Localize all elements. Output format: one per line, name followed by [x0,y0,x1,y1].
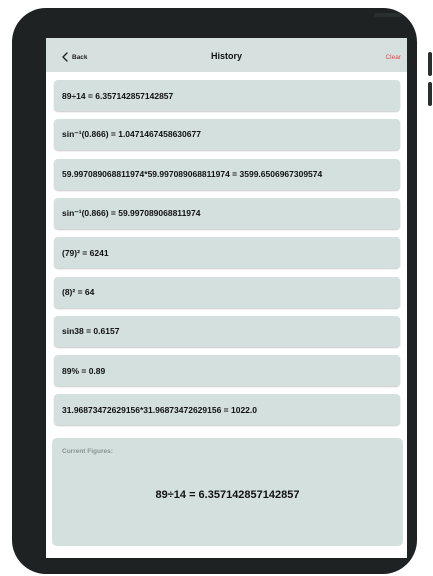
history-item-text: (79)² = 6241 [62,247,109,258]
history-item-text: 89% = 0.89 [62,365,106,376]
history-item[interactable]: 89% = 0.89 [54,355,400,387]
current-figures-label: Current Figures: [62,448,113,455]
history-item-text: 59.997089068811974*59.997089068811974 = … [62,169,323,180]
history-item-text: sin⁻¹(0.866) = 59.997089068811974 [62,207,201,218]
history-item[interactable]: 89÷14 = 6.357142857142857 [54,80,400,111]
history-item-text: (8)² = 64 [62,287,95,297]
history-item[interactable]: sin⁻¹(0.866) = 1.0471467458630677 [54,119,400,151]
history-item[interactable]: sin⁻¹(0.866) = 59.997089068811974 [54,197,400,229]
history-item[interactable]: 59.997089068811974*59.997089068811974 = … [54,158,400,190]
history-item-text: 89÷14 = 6.357142857142857 [62,90,174,101]
history-item[interactable]: (8)² = 64 [54,276,400,308]
history-item-text: sin⁻¹(0.866) = 1.0471467458630677 [62,129,201,140]
clear-button[interactable]: Clear [385,54,401,61]
history-item[interactable]: sin38 = 0.6157 [54,315,400,347]
current-figures-panel: Current Figures: 89÷14 = 6.3571428571428… [52,438,403,546]
history-item-text: 31.96873472629156*31.96873472629156 = 10… [62,404,257,415]
history-item-text: sin38 = 0.6157 [62,326,120,337]
history-item[interactable]: 31.96873472629156*31.96873472629156 = 10… [54,394,400,426]
app-screen: Back History Clear 89÷14 = 6.35714285714… [46,38,407,558]
page-title: History [210,51,242,61]
power-button [374,13,402,17]
current-figures-value: 89÷14 = 6.357142857142857 [155,489,300,501]
history-item[interactable]: (79)² = 6241 [54,237,400,269]
volume-down-button [428,82,432,106]
volume-up-button [428,52,432,76]
tablet-frame: Back History Clear 89÷14 = 6.35714285714… [12,8,432,574]
navigation-bar: Back History Clear [46,38,407,72]
